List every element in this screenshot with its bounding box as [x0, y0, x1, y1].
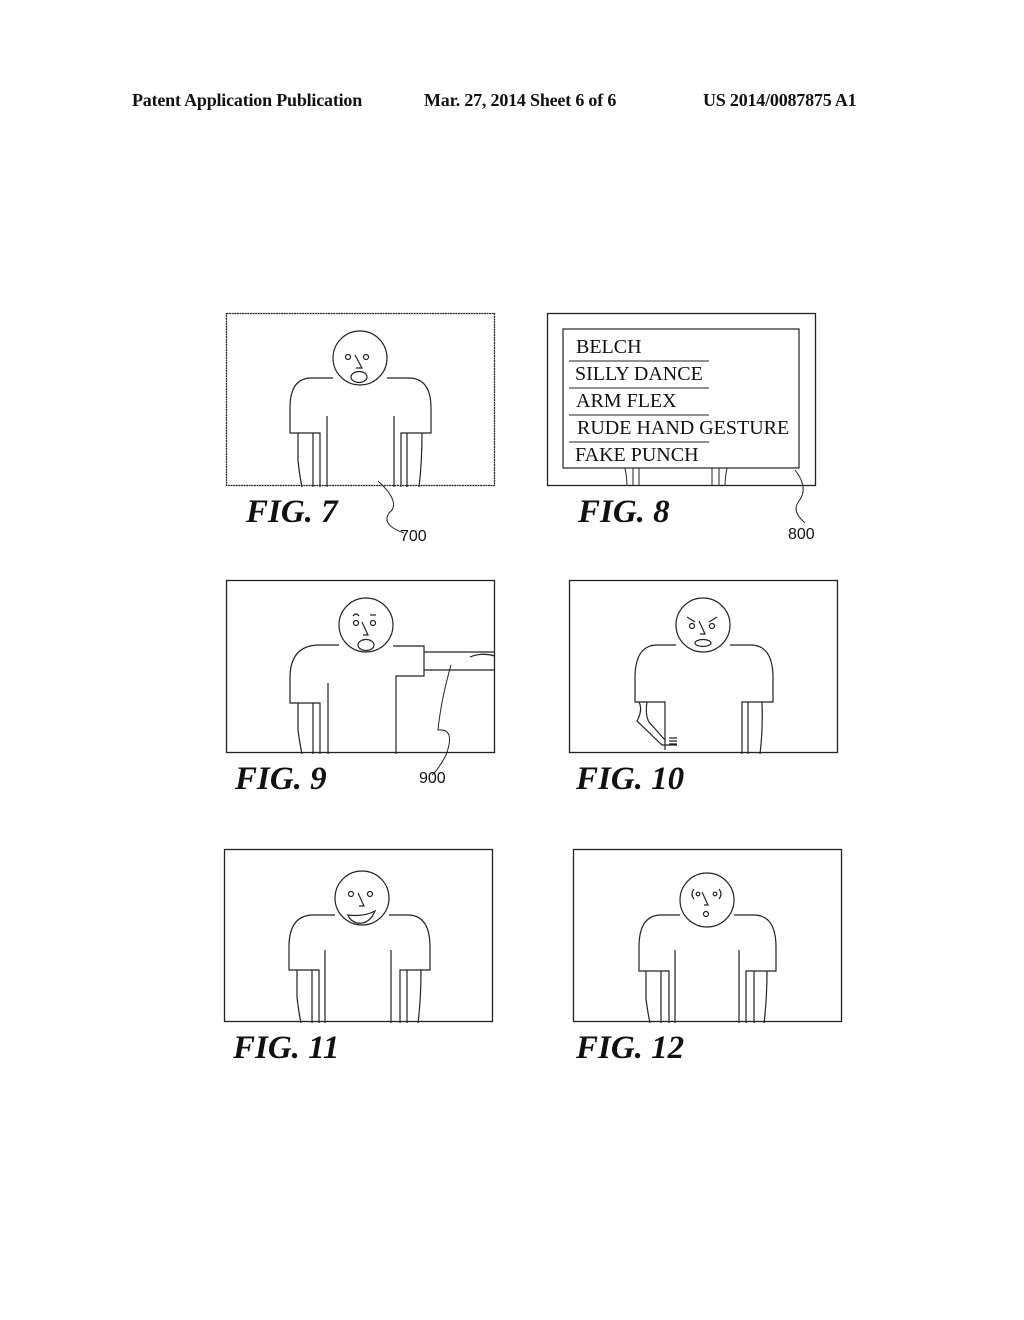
right-bracket-eye — [718, 888, 722, 900]
screen-frame — [225, 312, 496, 487]
figure-7-drawing — [225, 312, 496, 534]
nose — [361, 621, 369, 636]
header-date-sheet: Mar. 27, 2014 Sheet 6 of 6 — [424, 90, 617, 110]
legs-visible-below-menu — [624, 467, 728, 487]
screen-frame — [223, 848, 494, 1023]
smiling-mouth — [347, 909, 377, 924]
figure-caption: FIG. 12 — [576, 1030, 685, 1066]
figure-9-drawing — [225, 579, 496, 776]
header-patent-number: US 2014/0087875 A1 — [703, 90, 857, 110]
head — [679, 872, 735, 928]
figure-caption: FIG. 9 — [235, 761, 327, 797]
mouth — [694, 638, 712, 648]
hand — [669, 737, 677, 745]
screen-frame — [225, 579, 496, 754]
person — [638, 872, 777, 1024]
angry-left-brow — [686, 616, 696, 623]
menu-item-rude-hand-gesture[interactable]: RUDE HAND GESTURE — [577, 417, 789, 440]
right-shoulder — [730, 644, 774, 754]
nose — [357, 892, 365, 907]
menu-item-silly-dance[interactable]: SILLY DANCE — [575, 363, 703, 386]
head — [675, 597, 731, 653]
left-shoulder — [634, 644, 676, 750]
ref-leader-800 — [794, 469, 806, 524]
person — [289, 330, 432, 488]
right-shoulder — [734, 914, 777, 1023]
mouth-open — [350, 370, 368, 384]
ref-leader-900 — [431, 664, 452, 776]
header-publication: Patent Application Publication — [132, 90, 363, 110]
nose — [354, 354, 364, 369]
small-mouth — [702, 910, 710, 918]
menu-item-arm-flex[interactable]: ARM FLEX — [576, 390, 677, 413]
right-shoulder — [389, 914, 431, 1023]
figure-caption: FIG. 8 — [578, 494, 670, 530]
person — [288, 870, 431, 1024]
head — [332, 330, 388, 386]
right-shoulder — [393, 645, 425, 754]
screen-frame — [568, 579, 839, 754]
figure-caption: FIG. 7 — [246, 494, 338, 530]
menu-item-belch[interactable]: BELCH — [576, 336, 642, 359]
menu-item-fake-punch[interactable]: FAKE PUNCH — [575, 444, 699, 467]
left-bracket-eye — [691, 888, 695, 900]
right-eye — [362, 353, 370, 361]
figure-10: FIG. 10 — [568, 579, 839, 797]
reference-numeral: 800 — [788, 526, 815, 543]
nose — [698, 620, 706, 635]
figure-11: FIG. 11 — [223, 848, 494, 1066]
nose — [701, 891, 709, 906]
ref-leader-700 — [377, 480, 405, 534]
figure-12: FIG. 12 — [572, 848, 843, 1066]
mouth-open — [357, 638, 375, 652]
figure-caption: FIG. 10 — [576, 761, 685, 797]
figure-9: FIG. 9 900 — [225, 579, 496, 797]
figure-caption: FIG. 11 — [233, 1030, 340, 1066]
figure-7: FIG. 7 700 — [225, 312, 496, 545]
reference-numeral: 700 — [400, 528, 427, 545]
left-eye — [344, 353, 352, 361]
person — [289, 597, 496, 755]
figure-11-drawing — [223, 848, 494, 1024]
person — [634, 597, 774, 755]
angry-right-brow — [708, 616, 718, 623]
figure-10-drawing — [568, 579, 839, 755]
left-shoulder — [638, 914, 680, 1023]
raised-eyebrow — [352, 613, 360, 617]
head — [338, 597, 394, 653]
head — [334, 870, 390, 926]
figure-8: BELCH SILLY DANCE ARM FLEX RUDE HAND GES… — [546, 312, 817, 543]
reference-numeral: 900 — [419, 770, 446, 787]
left-shoulder — [289, 644, 339, 754]
figure-12-drawing — [572, 848, 843, 1024]
screen-frame — [572, 848, 843, 1023]
